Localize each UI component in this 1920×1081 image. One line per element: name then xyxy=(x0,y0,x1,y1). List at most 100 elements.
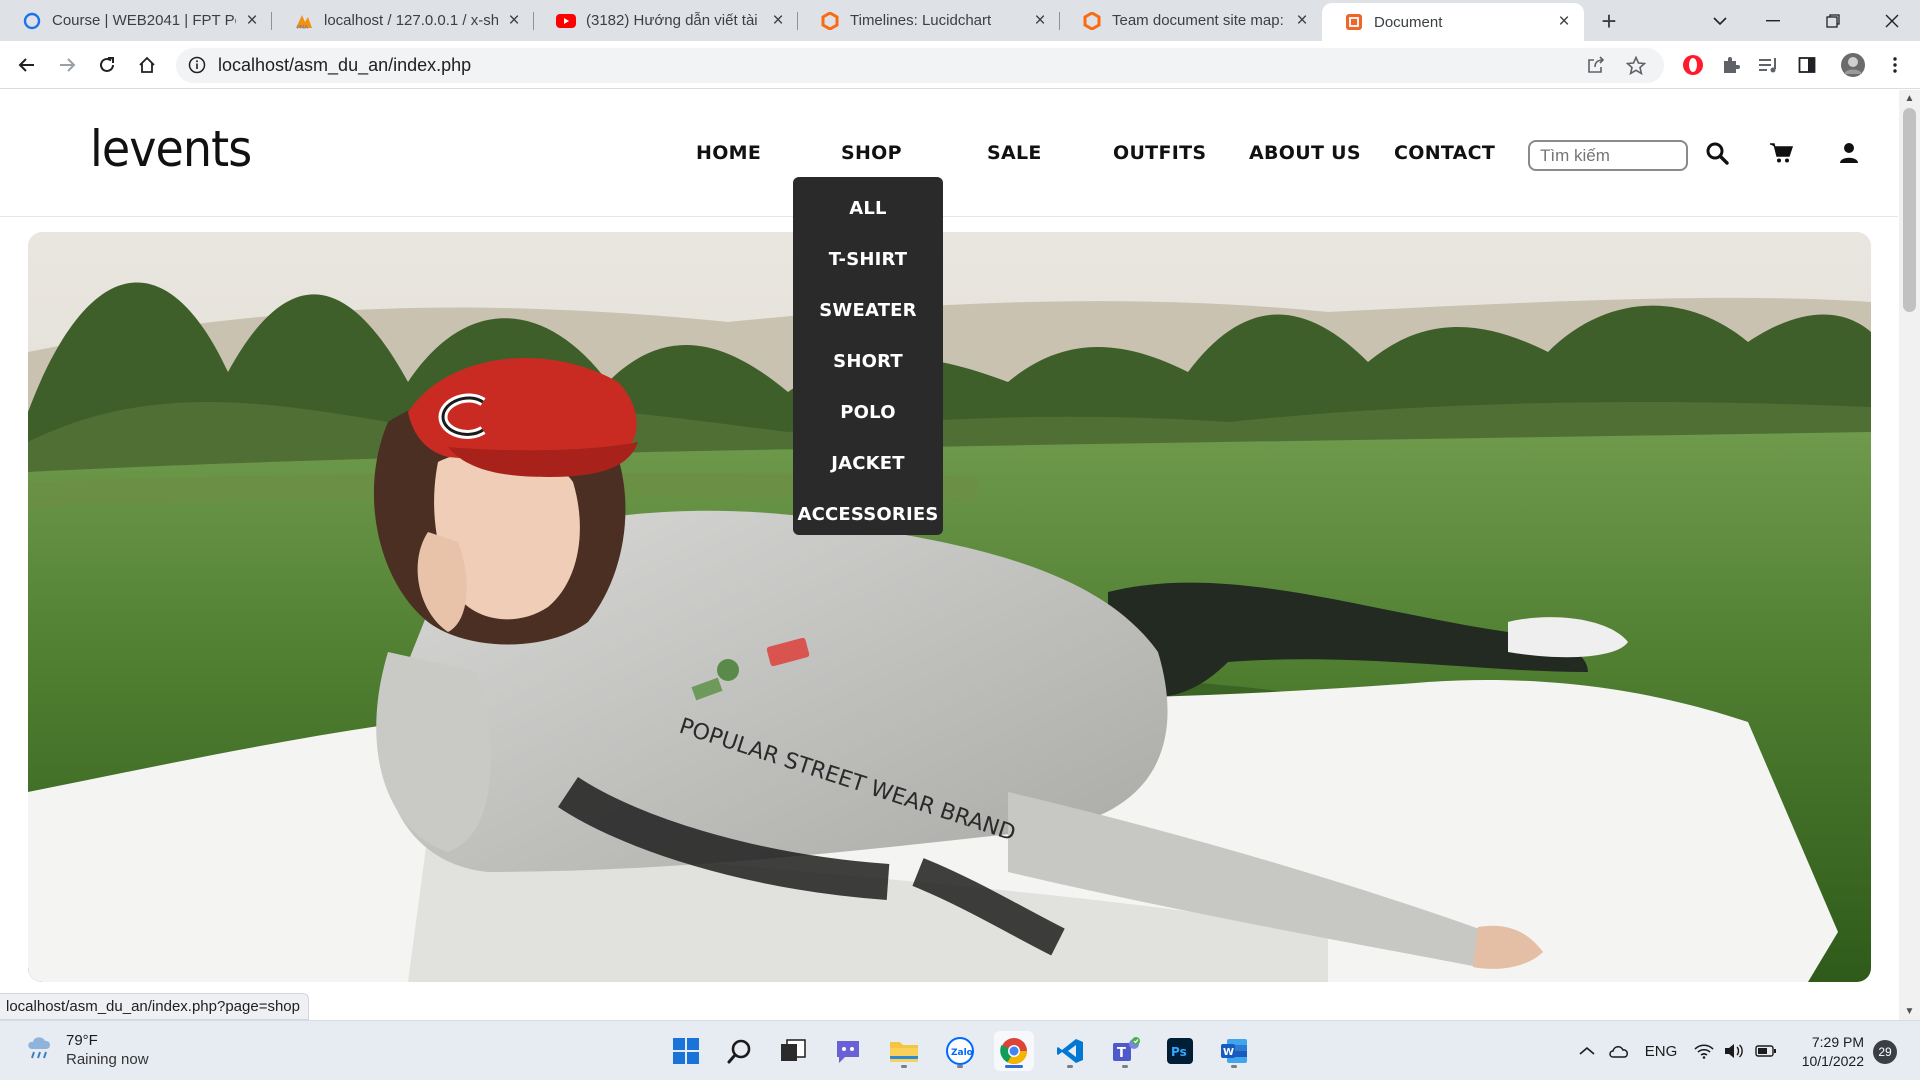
nav-contact[interactable]: CONTACT xyxy=(1394,142,1495,164)
hero-photo: POPULAR STREET WEAR BRAND xyxy=(28,232,1871,982)
back-arrow-icon[interactable] xyxy=(12,50,42,80)
start-icon[interactable] xyxy=(666,1031,706,1071)
lucidchart-icon xyxy=(820,11,840,31)
weather-widget[interactable]: 79°F Raining now xyxy=(24,1031,149,1068)
search-input[interactable] xyxy=(1528,140,1688,171)
new-tab-button[interactable]: + xyxy=(1596,6,1622,36)
svg-text:PMA: PMA xyxy=(297,25,308,30)
volume-icon[interactable] xyxy=(1720,1021,1748,1081)
youtube-icon xyxy=(556,11,576,31)
clock-date: 10/1/2022 xyxy=(1801,1053,1864,1069)
share-icon[interactable] xyxy=(1586,56,1606,79)
svg-text:W: W xyxy=(1223,1047,1234,1058)
tab-course[interactable]: Course | WEB2041 | FPT Pol × xyxy=(0,0,272,41)
tab-lucidchart-timelines[interactable]: Timelines: Lucidchart × xyxy=(798,0,1060,41)
clock-time: 7:29 PM xyxy=(1811,1034,1864,1050)
svg-text:Ps: Ps xyxy=(1171,1045,1187,1059)
zalo-icon[interactable]: Zalo xyxy=(940,1031,980,1071)
close-tab-icon[interactable]: × xyxy=(1554,11,1574,32)
search-icon[interactable] xyxy=(720,1031,760,1071)
scrollbar-thumb[interactable] xyxy=(1903,108,1916,312)
show-hidden-icons-chevron-icon[interactable] xyxy=(1572,1021,1602,1081)
course-icon xyxy=(22,11,42,31)
phpmyadmin-icon: PMA xyxy=(294,11,314,31)
tab-document[interactable]: Document × xyxy=(1322,3,1584,41)
bookmark-star-icon[interactable] xyxy=(1625,55,1647,80)
shop-menu-short[interactable]: SHORT xyxy=(793,336,943,387)
forward-arrow-icon[interactable] xyxy=(52,50,82,80)
vscode-icon[interactable] xyxy=(1050,1031,1090,1071)
browser-menu-icon[interactable] xyxy=(1880,50,1910,80)
nav-about-us[interactable]: ABOUT US xyxy=(1249,142,1361,164)
word-icon[interactable]: W xyxy=(1214,1031,1254,1071)
browser-tab-strip: Course | WEB2041 | FPT Pol × PMA localho… xyxy=(0,0,1920,41)
site-header: levents HOME SHOP SALE OUTFITS ABOUT US … xyxy=(0,90,1898,217)
reload-icon[interactable] xyxy=(92,50,122,80)
onedrive-cloud-icon[interactable] xyxy=(1604,1021,1634,1081)
link-status-bubble: localhost/asm_du_an/index.php?page=shop xyxy=(0,993,309,1020)
browser-toolbar: localhost/asm_du_an/index.php xyxy=(0,41,1920,89)
user-account-icon[interactable] xyxy=(1834,138,1864,168)
tab-title: Document xyxy=(1374,13,1443,31)
media-control-icon[interactable] xyxy=(1754,50,1784,80)
tab-title: Timelines: Lucidchart xyxy=(850,12,992,29)
file-explorer-icon[interactable] xyxy=(884,1031,924,1071)
close-tab-icon[interactable]: × xyxy=(1030,10,1050,31)
photoshop-icon[interactable]: Ps xyxy=(1160,1031,1200,1071)
close-tab-icon[interactable]: × xyxy=(242,10,262,31)
scroll-down-arrow-icon[interactable]: ▼ xyxy=(1904,1006,1915,1017)
nav-home[interactable]: HOME xyxy=(696,142,761,164)
shop-menu-all[interactable]: ALL xyxy=(793,183,943,234)
tab-title: Course | WEB2041 | FPT Pol xyxy=(52,12,236,29)
nav-sale[interactable]: SALE xyxy=(987,142,1042,164)
shop-menu-sweater[interactable]: SWEATER xyxy=(793,285,943,336)
address-bar[interactable]: localhost/asm_du_an/index.php xyxy=(176,48,1664,83)
shop-dropdown-menu: ALL T-SHIRT SWEATER SHORT POLO JACKET AC… xyxy=(793,177,943,535)
language-indicator[interactable]: ENG xyxy=(1644,1021,1678,1081)
tab-lucidchart-sitemap[interactable]: Team document site map: L × xyxy=(1060,0,1322,41)
chat-icon[interactable] xyxy=(828,1031,868,1071)
windows-taskbar: 79°F Raining now Zalo T Ps W ENG 7:29 PM… xyxy=(0,1020,1920,1080)
minimize-button[interactable] xyxy=(1745,0,1801,41)
tab-phpmyadmin[interactable]: PMA localhost / 127.0.0.1 / x-sho × xyxy=(272,0,534,41)
tab-title: localhost / 127.0.0.1 / x-sho xyxy=(324,12,498,29)
profile-avatar[interactable] xyxy=(1838,50,1868,80)
svg-text:Zalo: Zalo xyxy=(951,1048,973,1058)
nav-outfits[interactable]: OUTFITS xyxy=(1113,142,1206,164)
teams-icon[interactable]: T xyxy=(1105,1031,1145,1071)
page-scrollbar[interactable]: ▲ ▼ xyxy=(1899,90,1920,1020)
cart-icon[interactable] xyxy=(1766,138,1796,168)
close-window-button[interactable] xyxy=(1864,0,1920,41)
tab-search-chevron-icon[interactable] xyxy=(1692,0,1748,41)
scroll-up-arrow-icon[interactable]: ▲ xyxy=(1904,93,1915,104)
weather-temperature: 79°F xyxy=(66,1031,98,1049)
side-panel-icon[interactable] xyxy=(1792,50,1822,80)
shop-menu-polo[interactable]: POLO xyxy=(793,387,943,438)
restore-button[interactable] xyxy=(1805,0,1861,41)
extensions-puzzle-icon[interactable] xyxy=(1716,50,1746,80)
opera-extension-icon[interactable] xyxy=(1678,50,1708,80)
close-tab-icon[interactable]: × xyxy=(1292,10,1312,31)
battery-icon[interactable] xyxy=(1752,1021,1780,1081)
site-logo[interactable]: levents xyxy=(90,120,252,178)
tab-youtube[interactable]: (3182) Hướng dẫn viết tài li × xyxy=(534,0,798,41)
weather-condition: Raining now xyxy=(66,1050,149,1068)
notification-count-badge[interactable]: 29 xyxy=(1873,1040,1897,1064)
url-text: localhost/asm_du_an/index.php xyxy=(218,55,472,75)
task-view-icon[interactable] xyxy=(773,1031,813,1071)
search-icon[interactable] xyxy=(1702,138,1732,168)
close-tab-icon[interactable]: × xyxy=(768,10,788,31)
site-info-icon[interactable] xyxy=(188,56,206,79)
lucidchart-icon xyxy=(1082,11,1102,31)
home-icon[interactable] xyxy=(132,50,162,80)
shop-menu-jacket[interactable]: JACKET xyxy=(793,438,943,489)
hero-banner-image: POPULAR STREET WEAR BRAND xyxy=(28,232,1871,982)
shop-menu-t-shirt[interactable]: T-SHIRT xyxy=(793,234,943,285)
system-clock[interactable]: 7:29 PM 10/1/2022 xyxy=(1784,1033,1864,1071)
chrome-icon[interactable] xyxy=(994,1031,1034,1071)
close-tab-icon[interactable]: × xyxy=(504,10,524,31)
shop-menu-accessories[interactable]: ACCESSORIES xyxy=(793,489,943,540)
svg-text:T: T xyxy=(1117,1046,1126,1061)
nav-shop[interactable]: SHOP xyxy=(841,142,902,164)
wifi-icon[interactable] xyxy=(1690,1021,1718,1081)
